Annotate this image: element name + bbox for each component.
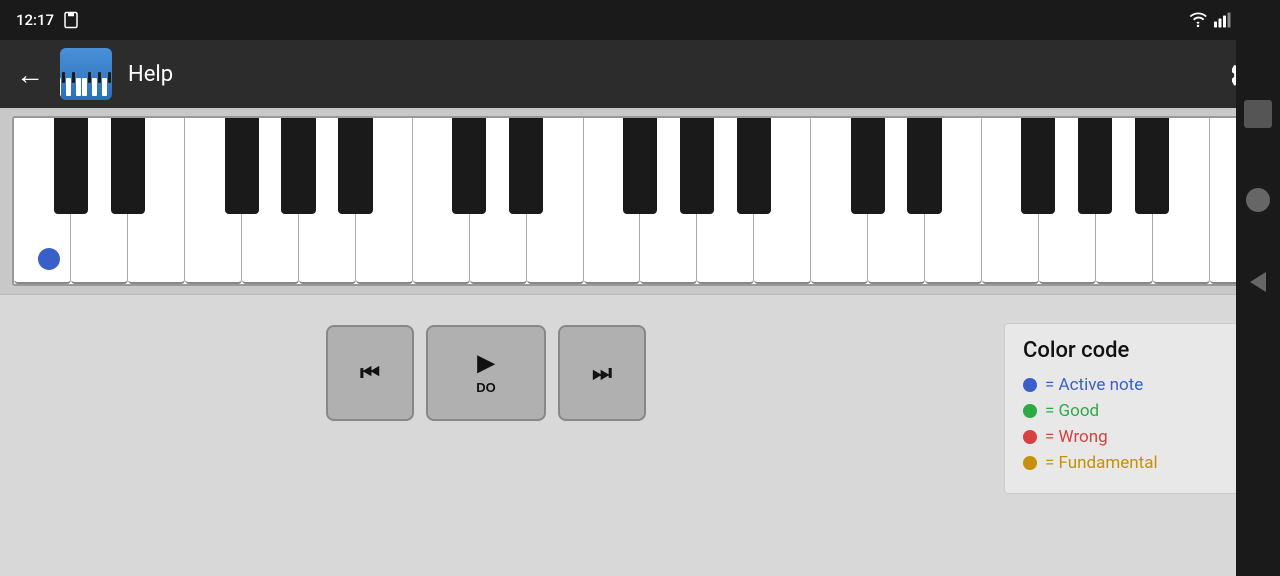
color-entry: = Wrong — [1023, 427, 1245, 447]
active-note-dot — [38, 248, 60, 270]
transport-controls: ⏮ ▶ DO ⏭ — [326, 325, 646, 421]
black-key-after-3[interactable] — [225, 118, 259, 214]
color-entry: = Good — [1023, 401, 1245, 421]
color-label: = Fundamental — [1045, 453, 1158, 473]
piano-container — [0, 108, 1280, 295]
color-dot — [1023, 430, 1037, 444]
black-key-after-7[interactable] — [452, 118, 486, 214]
color-code-title: Color code — [1023, 338, 1245, 363]
black-key-after-14[interactable] — [851, 118, 885, 214]
right-edge-bar — [1236, 0, 1280, 576]
back-button[interactable]: ← — [16, 58, 44, 91]
status-left: 12:17 — [16, 11, 80, 29]
color-dot — [1023, 456, 1037, 470]
prev-icon: ⏮ — [360, 362, 380, 384]
black-key-after-12[interactable] — [737, 118, 771, 214]
time-display: 12:17 — [16, 11, 54, 29]
main-content: ⏮ ▶ DO ⏭ Color code = Active note= Good=… — [0, 108, 1280, 576]
color-dot — [1023, 404, 1037, 418]
wifi-icon — [1188, 12, 1208, 28]
piano-keyboard[interactable] — [12, 116, 1268, 286]
color-label: = Active note — [1045, 375, 1143, 395]
prev-button[interactable]: ⏮ — [326, 325, 414, 421]
edge-square-button[interactable] — [1244, 100, 1272, 128]
color-entry: = Fundamental — [1023, 453, 1245, 473]
black-key-after-17[interactable] — [1021, 118, 1055, 214]
edge-triangle-button[interactable] — [1250, 272, 1266, 292]
play-button[interactable]: ▶ DO — [426, 325, 546, 421]
play-icon: ▶ — [478, 352, 495, 374]
sim-icon — [62, 11, 80, 29]
status-bar: 12:17 — [0, 0, 1280, 40]
color-label: = Wrong — [1045, 427, 1108, 447]
black-key-after-18[interactable] — [1078, 118, 1112, 214]
color-code-panel: Color code = Active note = Good = Wrong = F… — [1004, 323, 1264, 494]
black-key-after-15[interactable] — [907, 118, 941, 214]
black-key-after-5[interactable] — [338, 118, 372, 214]
black-key-after-10[interactable] — [623, 118, 657, 214]
play-label: DO — [476, 380, 496, 395]
piano-thumb-keys — [60, 78, 112, 96]
color-label: = Good — [1045, 401, 1099, 421]
page-title: Help — [128, 62, 1216, 87]
next-icon: ⏭ — [592, 362, 612, 384]
black-key-after-1[interactable] — [111, 118, 145, 214]
app-bar: ← Help — [0, 40, 1280, 108]
next-button[interactable]: ⏭ — [558, 325, 646, 421]
edge-circle-button[interactable] — [1246, 188, 1270, 212]
black-key-after-0[interactable] — [54, 118, 88, 214]
black-key-after-8[interactable] — [509, 118, 543, 214]
black-key-after-11[interactable] — [680, 118, 714, 214]
color-dot — [1023, 378, 1037, 392]
controls-area: ⏮ ▶ DO ⏭ Color code = Active note= Good=… — [0, 295, 1280, 576]
color-entries: = Active note = Good = Wrong = Fundamental — [1023, 375, 1245, 473]
black-key-after-19[interactable] — [1135, 118, 1169, 214]
black-key-after-4[interactable] — [281, 118, 315, 214]
color-entry: = Active note — [1023, 375, 1245, 395]
signal-icon — [1214, 12, 1232, 28]
app-icon — [60, 48, 112, 100]
